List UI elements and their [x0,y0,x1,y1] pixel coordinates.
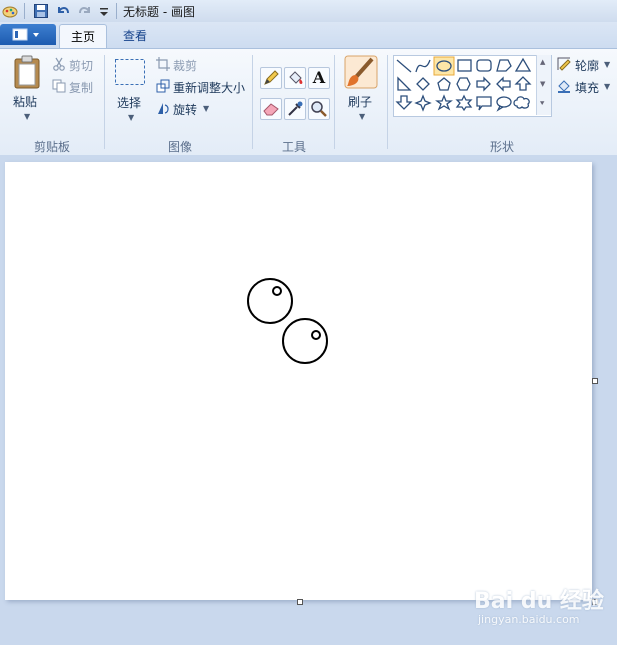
brush-icon[interactable] [344,55,378,89]
tools-group-label: 工具 [281,140,306,154]
customize-quick-access-icon[interactable] [96,3,112,19]
hexagon-shape-icon[interactable] [456,77,471,91]
brushes-button[interactable]: 刷子 [348,93,372,110]
copy-button[interactable]: 复制 [69,79,93,96]
pentagon-shape-icon[interactable] [437,77,451,91]
right-triangle-shape-icon[interactable] [397,76,412,91]
paint-app-icon[interactable] [2,3,18,19]
pencil-tool[interactable] [260,67,282,89]
canvas-resize-handle-bottom[interactable] [297,599,303,605]
rotate-button[interactable]: 旋转 [173,101,197,118]
outline-icon [557,57,571,71]
copy-icon [52,79,66,93]
paste-button[interactable]: 粘贴 [13,93,37,110]
color-picker-tool[interactable] [284,98,306,120]
shapes-gallery-scrollbar[interactable]: ▲ ▼ ⯆ [536,55,551,115]
paste-icon[interactable] [13,55,41,89]
ribbon-tabs: 主页 查看 [0,22,617,49]
paint-menu-button[interactable] [0,24,56,45]
menu-icon [12,28,39,41]
magnifier-icon [311,101,327,117]
pencil-icon [264,70,279,85]
shapes-gallery [393,55,552,117]
down-arrow-shape-icon[interactable] [395,95,413,110]
crop-icon [156,57,170,71]
drawing-canvas[interactable] [5,162,592,600]
save-icon[interactable] [33,3,49,19]
rectangular-callout-shape-icon[interactable] [476,96,492,111]
right-arrow-shape-icon[interactable] [476,76,491,92]
six-point-star-shape-icon[interactable] [455,94,473,112]
cloud-callout-shape-icon[interactable] [513,96,530,109]
magnifier-tool[interactable] [308,98,330,120]
rotate-icon [158,103,169,114]
oval-shape-icon[interactable] [433,56,455,76]
baidu-watermark: Bai du 经验 [474,589,604,614]
tab-home[interactable]: 主页 [59,24,107,49]
tab-view[interactable]: 查看 [113,24,157,48]
triangle-shape-icon[interactable] [514,57,532,72]
eraser-icon [263,103,279,116]
select-button[interactable]: 选择 [117,94,141,111]
diamond-shape-icon[interactable] [416,77,430,91]
shapes-group-label: 形状 [489,140,514,154]
small-circle-shape [272,286,282,296]
gallery-scroll-down-icon[interactable]: ▼ [540,80,545,88]
five-point-star-shape-icon[interactable] [435,94,453,111]
gallery-expand-icon[interactable]: ⯆ [539,99,545,109]
eyedropper-icon [288,101,303,116]
gallery-scroll-up-icon[interactable]: ▲ [540,58,545,66]
small-circle-shape [311,330,321,340]
outline-button[interactable]: 轮廓 [575,57,599,74]
large-circle-shape [247,278,293,324]
select-icon[interactable] [114,58,146,86]
canvas-drawing [247,278,328,364]
select-dropdown-icon[interactable]: ▼ [128,113,134,122]
undo-icon[interactable] [55,3,71,19]
baidu-watermark-url: jingyan.baidu.com [478,613,580,626]
fill-dropdown-icon[interactable]: ▼ [604,82,610,91]
text-tool[interactable]: A [308,67,330,89]
large-circle-shape [282,318,328,364]
fill-tool[interactable] [284,67,306,89]
fill-button[interactable]: 填充 [575,79,599,96]
cut-button[interactable]: 剪切 [69,57,93,74]
line-shape-icon[interactable] [396,59,412,73]
outline-dropdown-icon[interactable]: ▼ [604,60,610,69]
fill-icon [558,80,570,93]
four-point-star-shape-icon[interactable] [414,94,432,112]
rounded-rectangle-shape-icon[interactable] [476,59,492,72]
title-bar: 无标题 - 画图 [0,0,617,23]
oval-callout-shape-icon[interactable] [496,96,512,112]
polygon-shape-icon[interactable] [496,59,512,72]
left-arrow-shape-icon[interactable] [496,76,511,92]
resize-button[interactable]: 重新调整大小 [173,79,245,96]
crop-button[interactable]: 裁剪 [173,57,197,74]
rectangle-shape-icon[interactable] [457,59,472,72]
paste-dropdown-icon[interactable]: ▼ [24,112,30,121]
image-group-label: 图像 [167,140,192,154]
paint-bucket-icon [289,71,303,84]
text-icon: A [312,68,326,87]
canvas-resize-handle-right[interactable] [592,378,598,384]
clipboard-group-label: 剪贴板 [33,140,70,154]
scissors-icon [53,57,65,71]
eraser-tool[interactable] [260,98,282,120]
rotate-dropdown-icon[interactable]: ▼ [203,104,209,113]
resize-icon [156,79,170,93]
curve-shape-icon[interactable] [415,59,431,73]
redo-icon[interactable] [77,3,93,19]
brushes-dropdown-icon[interactable]: ▼ [359,112,365,121]
window-title: 无标题 - 画图 [123,5,195,19]
up-arrow-shape-icon[interactable] [514,76,532,91]
